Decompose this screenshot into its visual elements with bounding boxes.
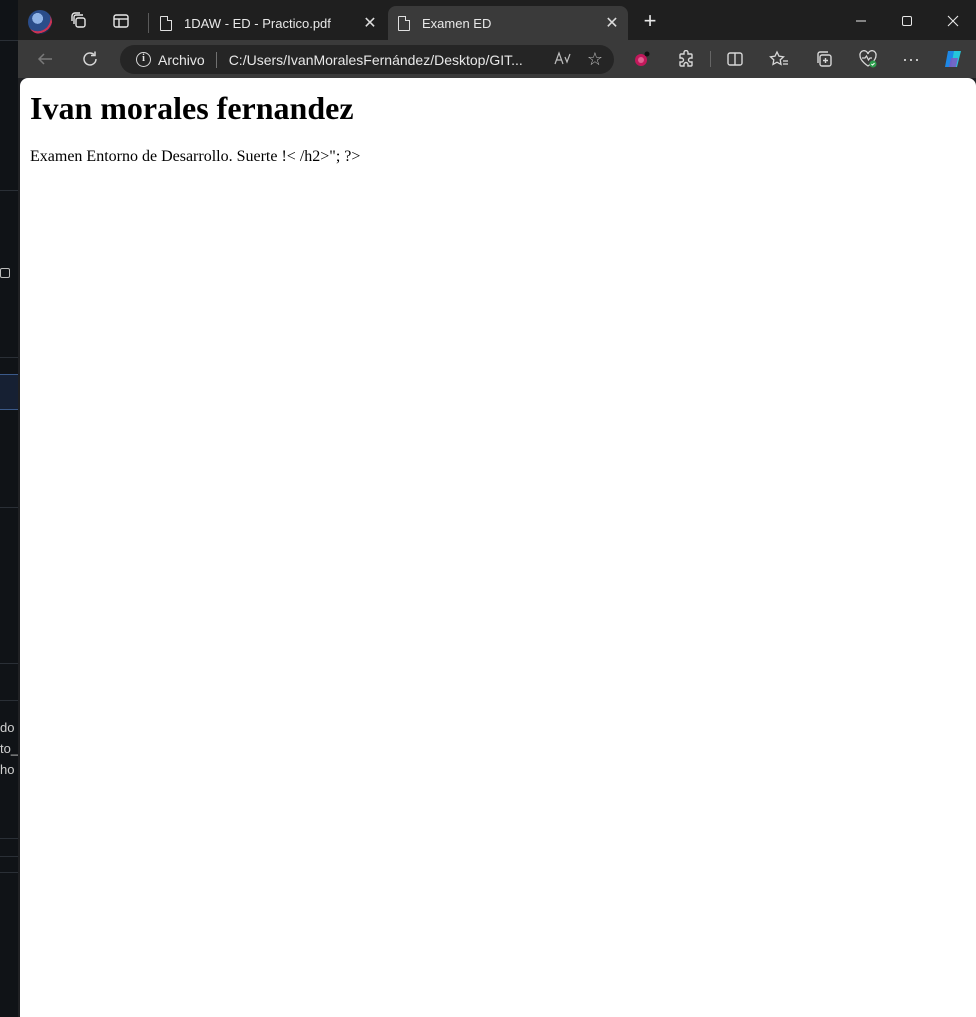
page-viewport: Ivan morales fernandez Examen Entorno de… (20, 78, 976, 1017)
tab-actions-icon[interactable] (108, 8, 134, 34)
divider (0, 838, 18, 839)
document-icon (160, 15, 172, 31)
extension-red-icon[interactable] (629, 46, 655, 72)
divider (0, 40, 18, 41)
info-icon[interactable]: i (136, 52, 151, 67)
tab-title: 1DAW - ED - Practico.pdf (184, 15, 331, 31)
tab-strip: 1DAW - ED - Practico.pdf ✕ Examen ED ✕ + (18, 0, 976, 40)
background-editor-strip: do to_ ho (0, 0, 18, 1017)
more-options-icon[interactable]: ··· (898, 46, 924, 72)
divider (0, 357, 18, 358)
close-icon[interactable]: ✕ (602, 13, 622, 33)
divider (0, 190, 18, 191)
split-screen-icon[interactable] (722, 46, 748, 72)
site-info-label[interactable]: Archivo (158, 52, 205, 68)
navigation-toolbar: i Archivo C:/Users/IvanMoralesFernández/… (18, 40, 976, 78)
divider (0, 507, 18, 508)
window-icon (0, 268, 10, 278)
selected-row (0, 374, 18, 410)
background-text-fragment: ho (0, 762, 15, 777)
favorites-icon[interactable] (766, 46, 792, 72)
extensions-puzzle-icon[interactable] (673, 46, 699, 72)
divider (0, 872, 18, 873)
copilot-icon[interactable] (940, 46, 966, 72)
back-button[interactable] (32, 46, 58, 72)
tab-examen-ed[interactable]: Examen ED ✕ (388, 6, 628, 40)
refresh-button[interactable] (77, 46, 103, 72)
tab-separator (148, 13, 149, 33)
page-heading: Ivan morales fernandez (30, 90, 354, 126)
divider (0, 856, 18, 857)
address-bar[interactable]: i Archivo C:/Users/IvanMoralesFernández/… (120, 45, 614, 74)
tab-title: Examen ED (422, 15, 492, 31)
page-paragraph: Examen Entorno de Desarrollo. Suerte !< … (30, 148, 361, 165)
background-text-fragment: do (0, 720, 15, 735)
collections-icon[interactable] (811, 46, 837, 72)
url-text[interactable]: C:/Users/IvanMoralesFernández/Desktop/GI… (229, 52, 550, 68)
minimize-button[interactable] (838, 8, 884, 34)
favorite-star-icon[interactable]: ☆ (582, 49, 608, 70)
document-icon (398, 15, 410, 31)
close-icon[interactable]: ✕ (360, 13, 380, 33)
read-aloud-icon[interactable] (550, 51, 576, 68)
divider (0, 663, 18, 664)
new-tab-button[interactable]: + (638, 9, 662, 33)
browser-window: 1DAW - ED - Practico.pdf ✕ Examen ED ✕ +… (18, 0, 976, 1017)
tab-practico-pdf[interactable]: 1DAW - ED - Practico.pdf ✕ (150, 6, 386, 40)
maximize-button[interactable] (884, 8, 930, 34)
close-window-button[interactable] (930, 8, 976, 34)
profile-avatar[interactable] (28, 10, 52, 34)
workspaces-icon[interactable] (66, 8, 92, 34)
divider (0, 700, 18, 701)
divider (215, 51, 217, 68)
background-text-fragment: to_ (0, 741, 19, 756)
browser-essentials-icon[interactable] (855, 46, 881, 72)
divider (710, 51, 711, 67)
